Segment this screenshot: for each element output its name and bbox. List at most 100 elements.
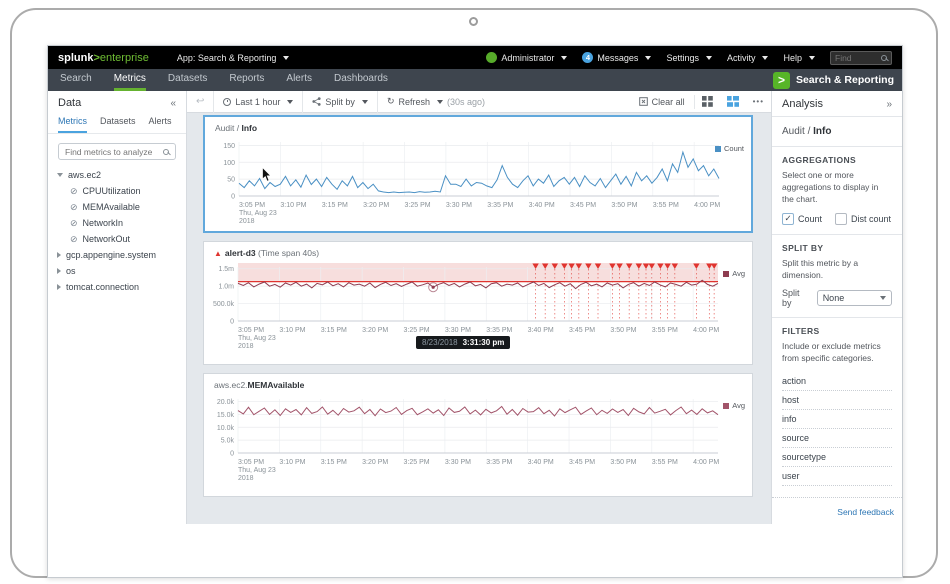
logo-text-enterprise: enterprise — [100, 52, 149, 64]
tree-metric-cpuutilization[interactable]: ⊘ CPUUtilization — [48, 183, 186, 199]
svg-text:1.5m: 1.5m — [218, 266, 234, 273]
grid-view-button[interactable] — [695, 96, 720, 107]
svg-text:20.0k: 20.0k — [217, 399, 235, 406]
tree-node-aws-ec2[interactable]: aws.ec2 — [48, 167, 186, 183]
app-menu[interactable]: App: Search & Reporting — [177, 53, 290, 63]
svg-text:3:30 PM: 3:30 PM — [446, 202, 472, 209]
chart-title-main: MEMAvailable — [248, 380, 305, 390]
aggregation-option-label: Dist count — [851, 214, 891, 224]
search-icon — [163, 149, 169, 155]
filter-item-user[interactable]: user — [782, 467, 892, 486]
tree-metric-memavailable[interactable]: ⊘ MEMAvailable — [48, 199, 186, 215]
tab-metrics[interactable]: Metrics — [114, 69, 146, 91]
chart-title-prefix: Audit / — [215, 123, 241, 133]
data-panel-tabs: Metrics Datasets Alerts — [48, 114, 186, 134]
refresh-button[interactable]: ↻ Refresh (30s ago) — [378, 91, 494, 113]
expand-panel-icon[interactable]: » — [886, 99, 892, 110]
svg-text:150: 150 — [223, 143, 235, 150]
filter-item-action[interactable]: action — [782, 372, 892, 391]
data-tab-datasets[interactable]: Datasets — [100, 116, 136, 133]
activity-menu[interactable]: Activity — [727, 53, 769, 63]
filter-item-sourcetype[interactable]: sourcetype — [782, 448, 892, 467]
svg-text:3:25 PM: 3:25 PM — [405, 202, 431, 209]
svg-text:100: 100 — [223, 160, 235, 167]
selected-metric: Audit / Info — [772, 117, 902, 147]
messages-menu[interactable]: 4 Messages — [582, 52, 651, 63]
chevron-down-icon — [809, 56, 815, 60]
filters-desc: Include or exclude metrics from specific… — [782, 341, 892, 365]
tab-dashboards[interactable]: Dashboards — [334, 69, 388, 91]
undo-button[interactable]: ↩ — [187, 91, 214, 113]
svg-text:3:10 PM: 3:10 PM — [279, 327, 305, 334]
svg-text:3:15 PM: 3:15 PM — [322, 202, 348, 209]
checkbox-unchecked-icon[interactable] — [835, 213, 847, 225]
ellipsis-icon: ••• — [753, 97, 764, 106]
svg-text:3:20 PM: 3:20 PM — [362, 327, 388, 334]
chevron-down-icon — [362, 100, 368, 104]
aggregation-distcount-option[interactable]: Dist count — [835, 213, 891, 225]
tree-metric-networkout[interactable]: ⊘ NetworkOut — [48, 231, 186, 247]
chart-card-alert-d3[interactable]: ▲alert-d3 (Time span 40s) Avg 3:05 PM3:1… — [203, 241, 753, 365]
tab-alerts[interactable]: Alerts — [286, 69, 312, 91]
metrics-search-box[interactable] — [58, 143, 176, 160]
aggregation-count-option[interactable]: ✓ Count — [782, 213, 822, 225]
svg-text:10.0k: 10.0k — [217, 425, 235, 432]
tree-node-gcp-appengine[interactable]: gcp.appengine.system — [48, 247, 186, 263]
clear-all-button[interactable]: Clear all — [630, 91, 694, 113]
checkbox-checked-icon[interactable]: ✓ — [782, 213, 794, 225]
chart-card-audit-info[interactable]: Audit / Info Count 3:05 PM3:10 PM3:15 PM… — [203, 115, 753, 233]
svg-text:2018: 2018 — [238, 343, 254, 350]
tree-node-tomcat[interactable]: tomcat.connection — [48, 279, 186, 295]
collapse-panel-icon[interactable]: « — [170, 98, 176, 109]
chart-tooltip: 8/23/2018 3:31:30 pm — [416, 336, 510, 349]
chart-title: aws.ec2.MEMAvailable — [214, 380, 304, 390]
split-by-label: Split by — [325, 97, 355, 107]
metrics-search-input[interactable] — [65, 147, 163, 157]
chevron-down-icon — [287, 100, 293, 104]
svg-text:Thu, Aug 23: Thu, Aug 23 — [238, 335, 276, 342]
line-chart-memavailable[interactable]: 3:05 PM3:10 PM3:15 PM3:20 PM3:25 PM3:30 … — [210, 393, 730, 487]
chart-title-main: Info — [241, 123, 257, 133]
chevron-right-icon — [57, 268, 61, 274]
time-range-picker[interactable]: Last 1 hour — [214, 91, 303, 113]
aggregations-heading: AGGREGATIONS — [782, 155, 892, 165]
chart-title: ▲alert-d3 (Time span 40s) — [214, 248, 319, 258]
global-find-box[interactable] — [830, 51, 892, 65]
chart-card-memavailable[interactable]: aws.ec2.MEMAvailable Avg 3:05 PM3:10 PM3… — [203, 373, 753, 497]
splunk-logo[interactable]: splunk>enterprise — [58, 52, 149, 64]
tab-datasets[interactable]: Datasets — [168, 69, 207, 91]
chart-title-suffix: (Time span 40s) — [256, 248, 319, 258]
tree-metric-label: MEMAvailable — [83, 202, 140, 212]
more-options-button[interactable]: ••• — [746, 97, 771, 106]
tree-node-os[interactable]: os — [48, 263, 186, 279]
list-view-button[interactable] — [720, 96, 746, 107]
split-by-select[interactable]: None — [817, 290, 892, 306]
filter-item-source[interactable]: source — [782, 429, 892, 448]
help-menu[interactable]: Help — [783, 53, 815, 63]
refresh-ago-label: (30s ago) — [447, 97, 485, 107]
send-feedback-link[interactable]: Send feedback — [837, 507, 894, 517]
chevron-down-icon — [645, 56, 651, 60]
tree-metric-networkin[interactable]: ⊘ NetworkIn — [48, 215, 186, 231]
app-identity[interactable]: > Search & Reporting — [773, 72, 894, 89]
filters-section: FILTERS Include or exclude metrics from … — [772, 318, 902, 495]
svg-text:4:00 PM: 4:00 PM — [693, 459, 719, 466]
split-by-button[interactable]: Split by — [303, 91, 378, 113]
data-tab-alerts[interactable]: Alerts — [149, 116, 172, 133]
settings-menu-label: Settings — [666, 53, 699, 63]
find-input[interactable] — [835, 53, 881, 63]
chart-title-main: alert-d3 — [225, 248, 256, 258]
tooltip-date: 8/23/2018 — [422, 338, 458, 347]
tab-reports[interactable]: Reports — [229, 69, 264, 91]
line-chart-audit-info[interactable]: 3:05 PM3:10 PM3:15 PM3:20 PM3:25 PM3:30 … — [211, 136, 731, 230]
app-menu-label: App: Search & Reporting — [177, 53, 277, 63]
svg-text:3:05 PM: 3:05 PM — [239, 202, 265, 209]
filter-item-info[interactable]: info — [782, 410, 892, 429]
svg-text:3:35 PM: 3:35 PM — [487, 202, 513, 209]
settings-menu[interactable]: Settings — [666, 53, 712, 63]
tab-search[interactable]: Search — [60, 69, 92, 91]
svg-text:3:05 PM: 3:05 PM — [238, 459, 264, 466]
user-menu[interactable]: Administrator — [486, 52, 567, 63]
data-tab-metrics[interactable]: Metrics — [58, 116, 87, 133]
filter-item-host[interactable]: host — [782, 391, 892, 410]
